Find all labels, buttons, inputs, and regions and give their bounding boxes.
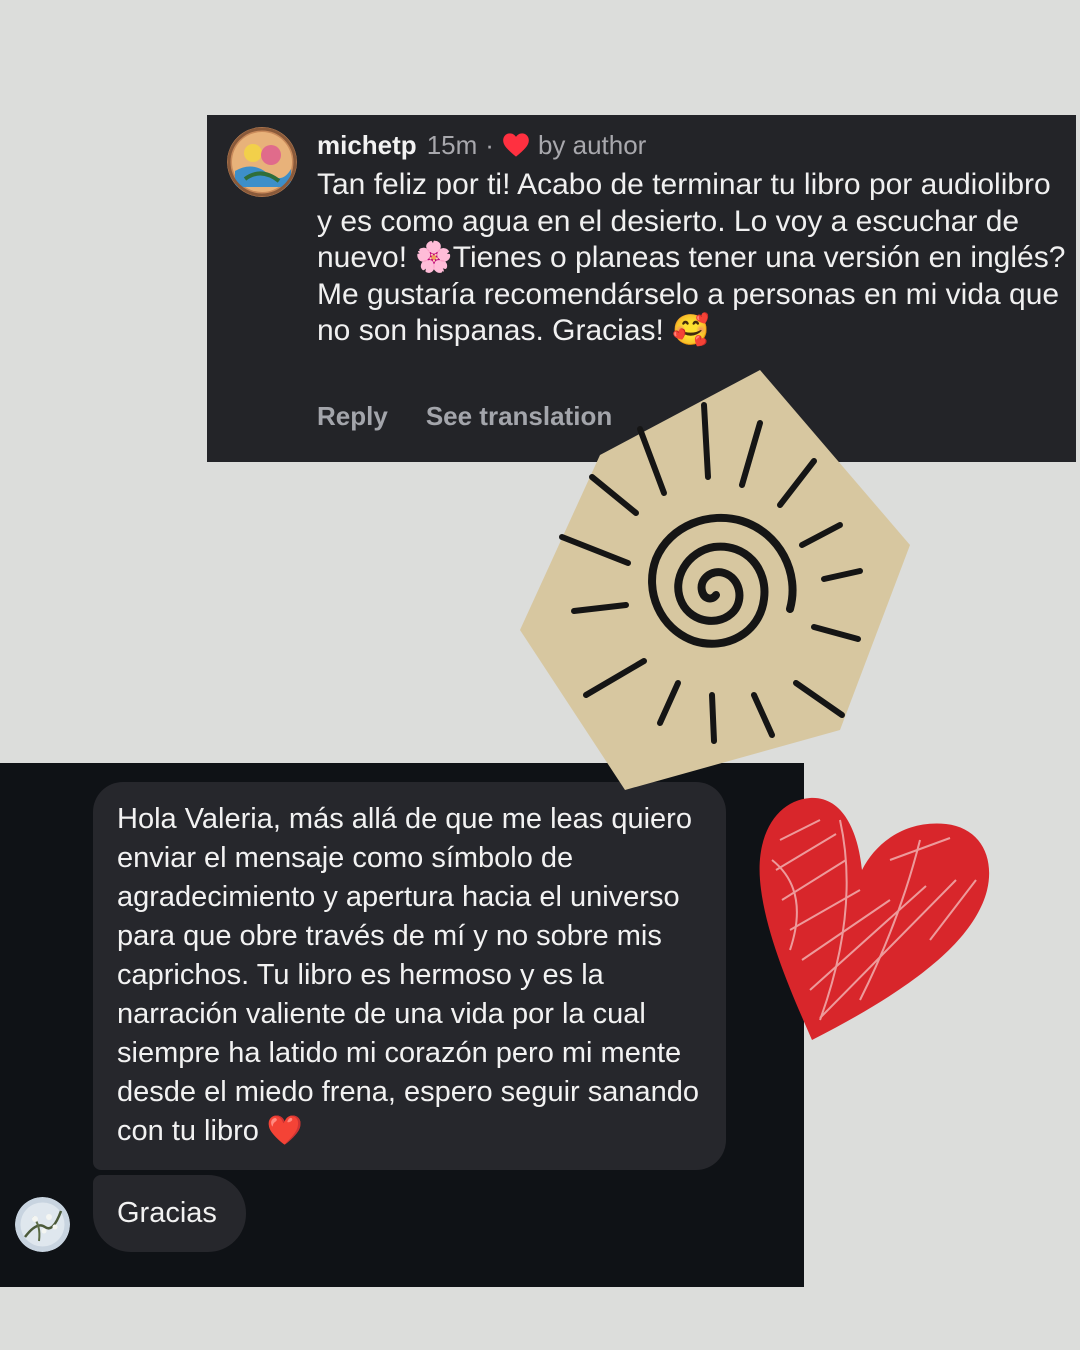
comment-username[interactable]: michetp [317, 130, 417, 161]
scribble-heart-sticker-icon [759, 797, 990, 1040]
reply-button[interactable]: Reply [317, 401, 388, 432]
comment-header: michetp 15m · by author [317, 127, 646, 163]
liked-by-author-label: by author [537, 129, 647, 160]
comment-timestamp: 15m [426, 129, 478, 160]
heart-icon [503, 133, 529, 157]
message-text: Hola Valeria, más allá de que me leas qu… [117, 803, 699, 1147]
comment-text: Tan feliz por ti! Acabo de terminar tu l… [317, 168, 1066, 347]
direct-message-card: Hola Valeria, más allá de que me leas qu… [0, 763, 804, 1287]
message-text: Gracias [117, 1197, 217, 1229]
separator-dot: · [485, 129, 494, 160]
commenter-avatar[interactable] [227, 127, 297, 197]
message-bubble[interactable]: Gracias [93, 1175, 246, 1252]
sun-spiral-sticker-icon [520, 370, 910, 790]
sender-avatar[interactable] [15, 1197, 70, 1252]
message-bubble[interactable]: Hola Valeria, más allá de que me leas qu… [93, 782, 726, 1170]
